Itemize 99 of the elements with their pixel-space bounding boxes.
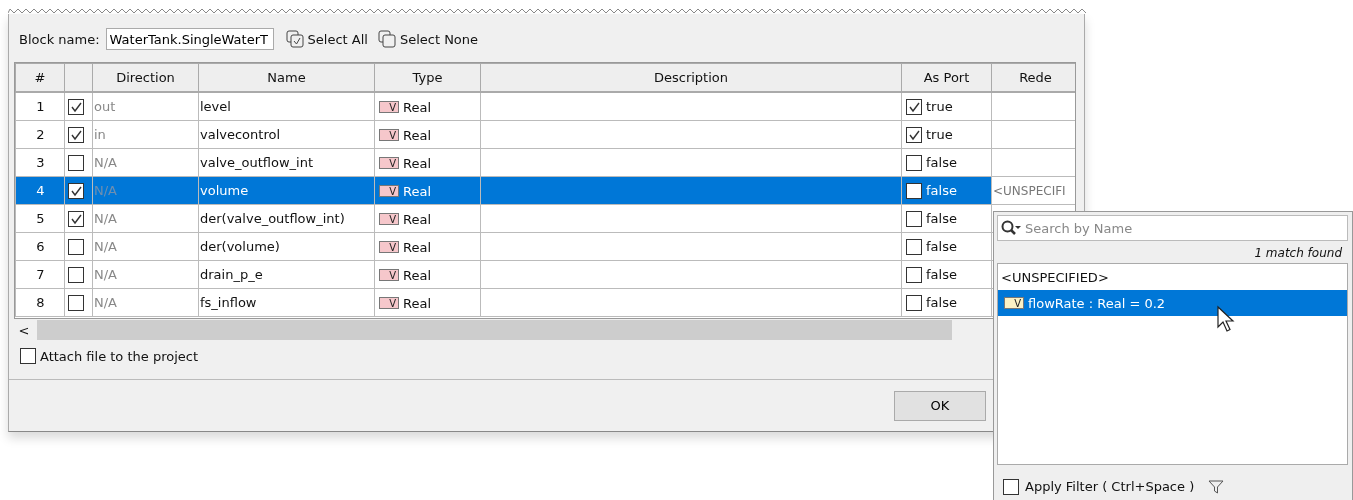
column-header[interactable]: As Port (901, 63, 992, 92)
row-number-cell[interactable]: 7 (15, 260, 65, 289)
search-input[interactable]: Search by Name (1023, 219, 1347, 237)
table-cell: volume (198, 176, 375, 205)
input-field[interactable]: WaterTank.SingleWaterT (105, 28, 274, 50)
list-item[interactable]: V flowRate : Real = 0.2 (998, 290, 1347, 316)
checkbox[interactable] (68, 294, 84, 311)
table-cell: Real (403, 295, 432, 311)
table-cell: fs_inflow (198, 288, 375, 317)
checkbox-label: Apply Filter ( Ctrl+Space ) (1025, 479, 1195, 494)
checkbox-stack-icon (285, 30, 304, 48)
table-cell: out (92, 92, 199, 121)
table-cell: Real (403, 183, 432, 199)
check-icon (70, 184, 82, 197)
value-type-badge: V (379, 157, 399, 169)
checkbox[interactable] (68, 182, 84, 199)
table-cell: Real (403, 127, 432, 143)
table-cell: valve_outflow_int (198, 148, 375, 177)
checkbox[interactable] (68, 238, 84, 255)
table-cell: false (926, 211, 957, 227)
box-stack-icon (377, 30, 396, 48)
column-header[interactable]: Description (480, 63, 902, 92)
table-cell: Real (403, 211, 432, 227)
table-cell: Real (403, 267, 432, 283)
table-cell: N/A (92, 176, 199, 205)
check-icon (70, 212, 82, 225)
column-header[interactable]: Name (198, 63, 375, 92)
checkbox[interactable] (906, 154, 922, 171)
check-icon (908, 128, 920, 141)
checkbox[interactable] (20, 348, 36, 364)
value-type-badge: V (1004, 297, 1024, 309)
value-type-badge: V (379, 213, 399, 225)
table-cell: Real (403, 155, 432, 171)
table-cell: Real (403, 99, 432, 115)
toolbar-button[interactable]: Select None (375, 30, 481, 48)
search-icon (1001, 220, 1023, 236)
value-type-badge: V (379, 101, 399, 113)
table-cell: N/A (92, 288, 199, 317)
value-type-badge: V (379, 185, 399, 197)
row-number-cell[interactable]: 5 (15, 204, 65, 233)
check-icon (908, 100, 920, 113)
checkbox[interactable] (906, 294, 922, 311)
table-cell: in (92, 120, 199, 149)
checkbox[interactable] (1003, 478, 1019, 495)
value-type-badge: V (379, 241, 399, 253)
filter-icon (1208, 478, 1225, 495)
checkbox[interactable] (68, 210, 84, 227)
list-item[interactable]: <UNSPECIFIED> (998, 264, 1347, 290)
table-cell: drain_p_e (198, 260, 375, 289)
row-number-cell[interactable]: 3 (15, 148, 65, 177)
row-number-cell[interactable]: 1 (15, 92, 65, 121)
table-cell: N/A (92, 204, 199, 233)
mouse-cursor-icon (1216, 305, 1236, 333)
table-cell: der(volume) (198, 232, 375, 261)
checkbox[interactable] (68, 98, 84, 115)
column-header[interactable]: Direction (92, 63, 199, 92)
value-type-badge: V (379, 269, 399, 281)
checkbox[interactable] (906, 182, 922, 199)
check-icon (70, 128, 82, 141)
check-icon (70, 100, 82, 113)
checkbox[interactable] (906, 238, 922, 255)
scrollbar-thumb[interactable] (37, 320, 952, 340)
table-cell: N/A (92, 260, 199, 289)
table-cell: valvecontrol (198, 120, 375, 149)
row-number-cell[interactable]: 2 (15, 120, 65, 149)
checkbox[interactable] (68, 266, 84, 283)
checkbox[interactable] (906, 210, 922, 227)
field-label: Block name: (19, 31, 100, 47)
table-cell: N/A (92, 232, 199, 261)
row-number-cell[interactable]: 4 (15, 176, 65, 205)
checkbox-label: Attach file to the project (40, 348, 199, 364)
ok-button[interactable]: OK (894, 390, 986, 421)
row-number-cell[interactable]: 6 (15, 232, 65, 261)
checkbox[interactable] (68, 126, 84, 143)
table-cell: der(valve_outflow_int) (198, 204, 375, 233)
table-cell: Real (403, 239, 432, 255)
checkbox[interactable] (906, 126, 922, 143)
checkbox[interactable] (906, 98, 922, 115)
toolbar-button[interactable]: Select All (283, 30, 370, 48)
table-cell: false (926, 183, 957, 199)
value-type-badge: V (379, 297, 399, 309)
search-field[interactable]: Search by Name (997, 215, 1348, 241)
row-number-cell[interactable]: 8 (15, 288, 65, 317)
table-cell: false (926, 239, 957, 255)
column-header[interactable]: Rede (991, 63, 1075, 92)
table-cell: true (926, 99, 953, 115)
table-cell: true (926, 127, 953, 143)
table-cell: level (198, 92, 375, 121)
table-cell: false (926, 295, 957, 311)
match-count: 1 match found (1253, 245, 1343, 262)
value-type-badge: V (379, 129, 399, 141)
column-header[interactable]: Type (374, 63, 481, 92)
checkbox[interactable] (906, 266, 922, 283)
checkbox[interactable] (68, 154, 84, 171)
column-header[interactable]: # (15, 63, 65, 92)
table-cell: N/A (92, 148, 199, 177)
scroll-left-button[interactable]: < (15, 322, 33, 338)
table-cell: false (926, 155, 957, 171)
table-cell: false (926, 267, 957, 283)
